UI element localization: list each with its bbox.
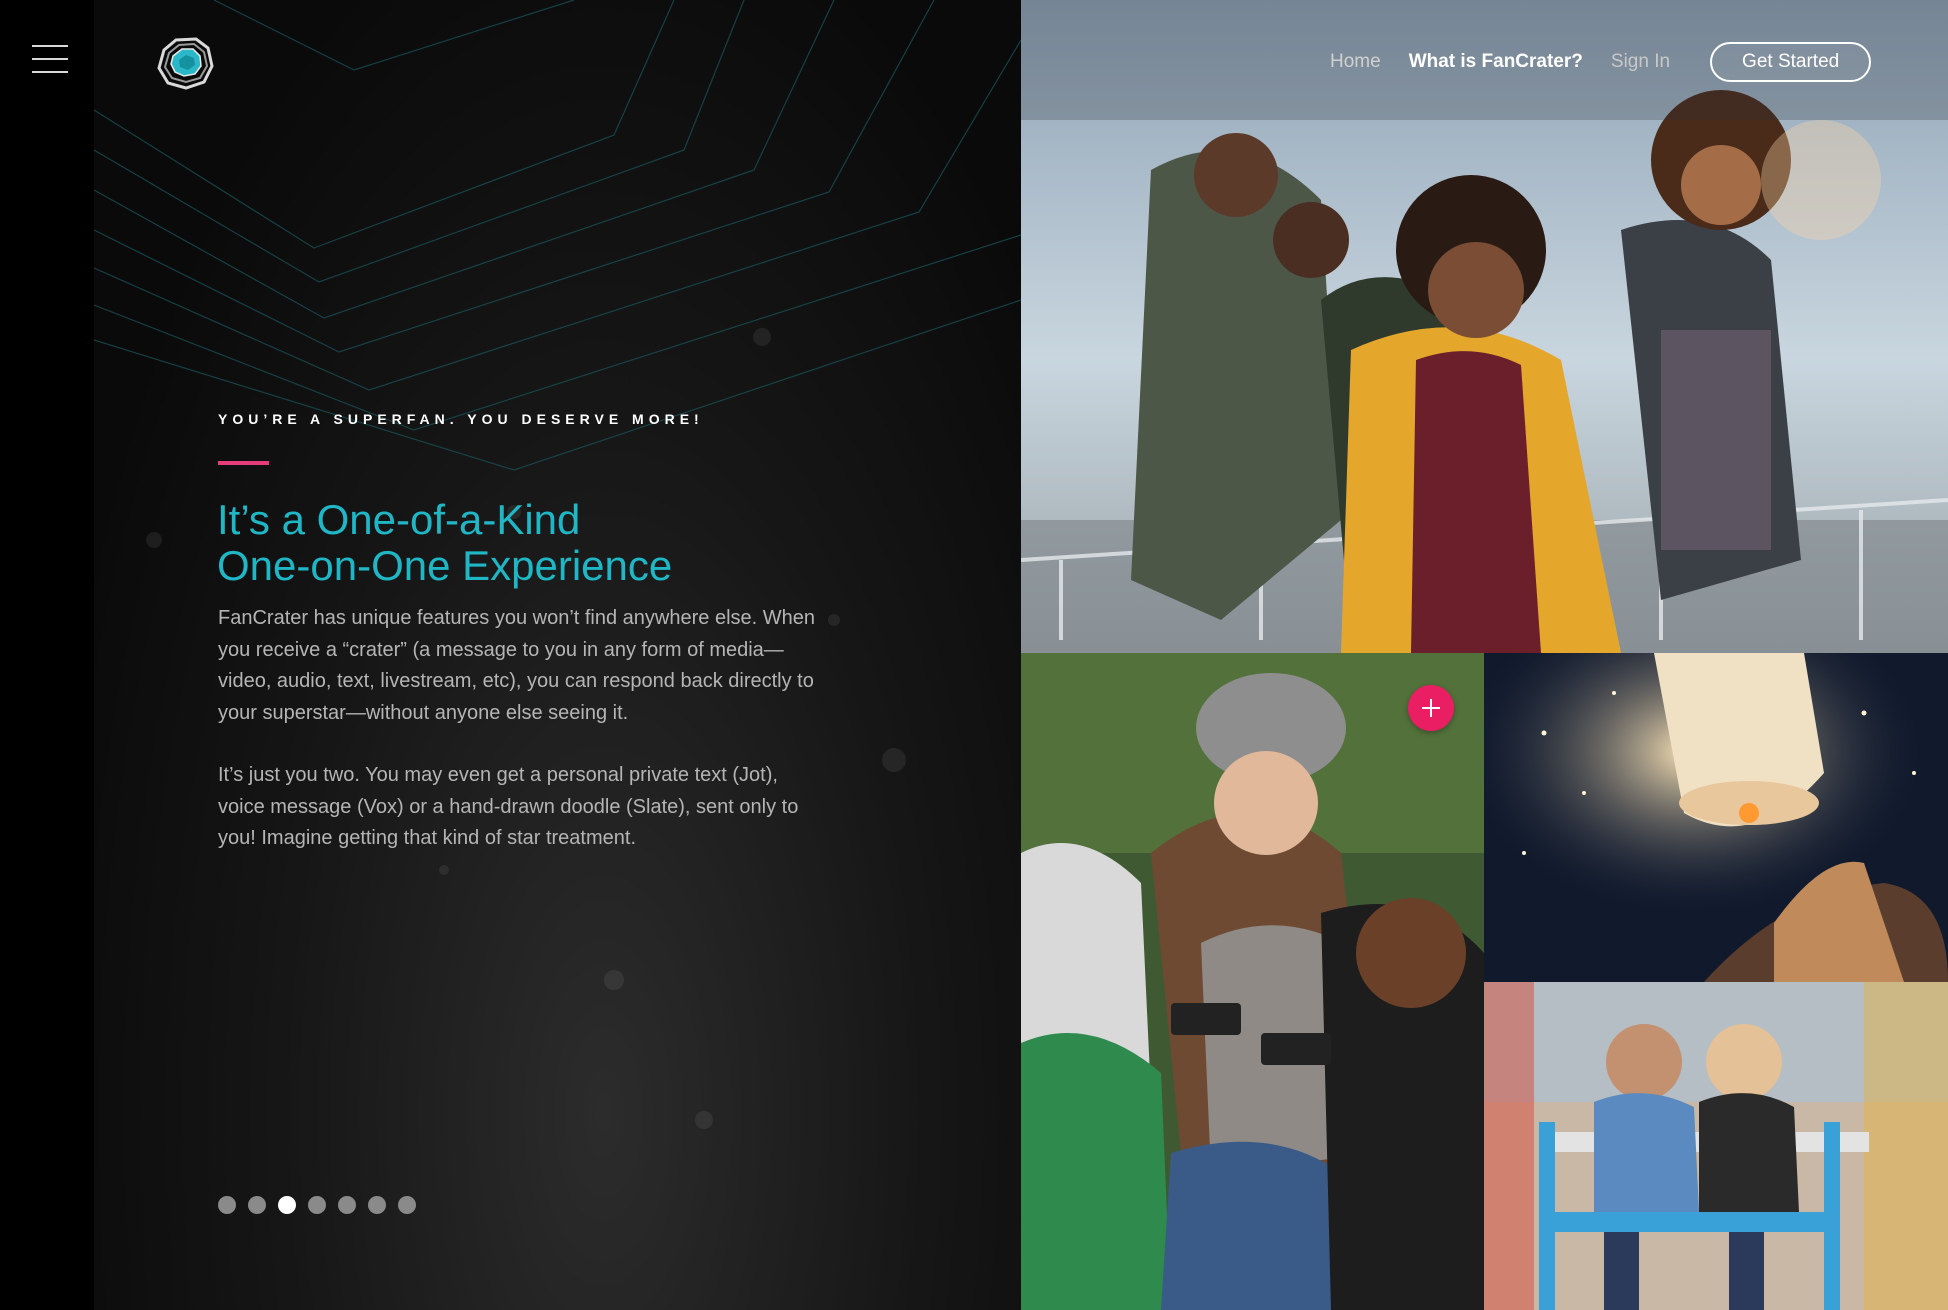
pager-dot-5[interactable]	[338, 1196, 356, 1214]
fancrater-logo[interactable]	[156, 34, 214, 90]
pager-dot-1[interactable]	[218, 1196, 236, 1214]
hero-paragraph-2: It’s just you two. You may even get a pe…	[218, 764, 799, 849]
hero-eyebrow: YOU’RE A SUPERFAN. YOU DESERVE MORE!	[218, 411, 704, 427]
hero-panel: YOU’RE A SUPERFAN. YOU DESERVE MORE! It’…	[94, 0, 1021, 1310]
photo-carnival-ride	[1484, 982, 1948, 1310]
carousel-pager	[218, 1196, 416, 1214]
hamburger-icon[interactable]	[32, 43, 68, 75]
pager-dot-6[interactable]	[368, 1196, 386, 1214]
headline-line-2: One-on-One Experience	[217, 542, 673, 589]
nav-sign-in-link[interactable]: Sign In	[1611, 51, 1670, 73]
plus-icon	[1422, 699, 1440, 717]
pager-dot-3[interactable]	[278, 1196, 296, 1214]
top-navigation: Home What is FanCrater? Sign In Get Star…	[1330, 42, 1872, 82]
photo-grid	[1021, 0, 1948, 1310]
photo-sky-lantern	[1484, 653, 1948, 982]
hero-headline: It’s a One-of-a-Kind One-on-One Experien…	[217, 497, 917, 589]
pager-dot-2[interactable]	[248, 1196, 266, 1214]
nav-home-link[interactable]: Home	[1330, 51, 1381, 73]
pager-dot-4[interactable]	[308, 1196, 326, 1214]
accent-rule	[218, 461, 269, 465]
pager-dot-7[interactable]	[398, 1196, 416, 1214]
photo-friends-celebrating	[1021, 0, 1948, 653]
hero-paragraph-1: FanCrater has unique features you won’t …	[218, 607, 816, 724]
nav-what-is-fancrater-link[interactable]: What is FanCrater?	[1409, 51, 1583, 73]
hero-body: FanCrater has unique features you won’t …	[218, 603, 828, 886]
photo-students-on-phones	[1021, 653, 1484, 1310]
get-started-button[interactable]: Get Started	[1710, 42, 1872, 82]
add-button[interactable]	[1408, 685, 1454, 731]
left-rail	[0, 0, 94, 1310]
headline-line-1: It’s a One-of-a-Kind	[217, 496, 581, 543]
